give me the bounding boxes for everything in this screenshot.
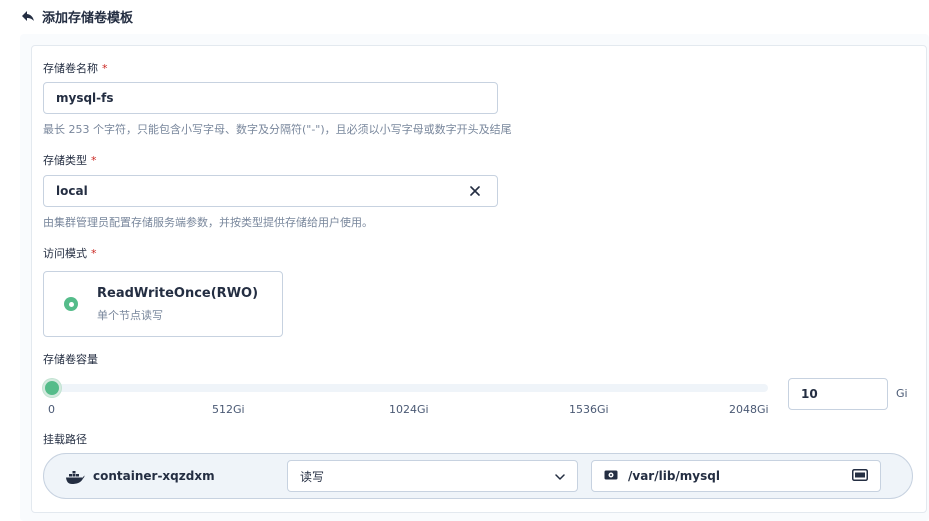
access-mode-label: 访问模式 * (43, 245, 97, 261)
capacity-label: 存储卷容量 (43, 351, 98, 367)
slider-tick: 2048Gi (729, 403, 769, 416)
radio-selected-icon[interactable] (64, 297, 78, 311)
capacity-slider-track[interactable] (52, 384, 768, 392)
required-mark: * (102, 62, 108, 75)
slider-tick: 1024Gi (389, 403, 429, 416)
storage-type-label: 存储类型 * (43, 152, 97, 168)
mount-mode-value: 读写 (300, 469, 325, 484)
access-mode-label-text: 访问模式 (43, 247, 87, 260)
mount-path-row: container-xqzdxm 读写 /var/lib/mysql (43, 453, 913, 499)
volume-name-label: 存储卷名称 * (43, 60, 108, 76)
volume-name-value: mysql-fs (56, 91, 114, 105)
volume-icon (604, 469, 618, 484)
slider-tick: 0 (48, 403, 55, 416)
disk-icon[interactable] (852, 468, 868, 484)
capacity-unit: Gi (896, 387, 908, 400)
mount-path-label: 挂载路径 (43, 431, 87, 447)
capacity-input[interactable]: 10 (788, 378, 888, 410)
mount-mode-select[interactable]: 读写 (287, 460, 578, 492)
capacity-label-text: 存储卷容量 (43, 353, 98, 366)
capacity-slider-handle[interactable] (43, 379, 61, 397)
container-name: container-xqzdxm (93, 469, 215, 483)
mount-path-input[interactable]: /var/lib/mysql (591, 460, 881, 492)
storage-type-select[interactable]: local (43, 175, 498, 207)
mount-path-value: /var/lib/mysql (628, 469, 720, 483)
page-title: 添加存储卷模板 (42, 10, 134, 26)
volume-name-input[interactable]: mysql-fs (43, 82, 498, 114)
access-mode-option-rwo[interactable]: ReadWriteOnce(RWO) 单个节点读写 (43, 271, 283, 337)
access-mode-desc: 单个节点读写 (97, 309, 163, 322)
required-mark: * (91, 154, 97, 167)
back-arrow-icon[interactable] (20, 8, 36, 24)
page-header: 添加存储卷模板 (20, 6, 133, 26)
access-mode-title: ReadWriteOnce(RWO) (97, 286, 259, 301)
slider-tick: 512Gi (212, 403, 245, 416)
volume-name-hint: 最长 253 个字符，只能包含小写字母、数字及分隔符("-")，且必须以小写字母… (43, 123, 512, 136)
storage-type-value: local (56, 184, 88, 198)
required-mark: * (91, 247, 97, 260)
docker-icon (65, 469, 85, 485)
radio-dot (68, 301, 74, 307)
slider-tick: 1536Gi (569, 403, 609, 416)
capacity-value: 10 (801, 387, 818, 401)
close-icon[interactable] (467, 183, 483, 199)
chevron-down-icon (555, 469, 565, 483)
mount-path-label-text: 挂载路径 (43, 433, 87, 446)
volume-name-label-text: 存储卷名称 (43, 62, 98, 75)
storage-type-label-text: 存储类型 (43, 154, 87, 167)
storage-type-hint: 由集群管理员配置存储服务端参数，并按类型提供存储给用户使用。 (43, 216, 373, 229)
